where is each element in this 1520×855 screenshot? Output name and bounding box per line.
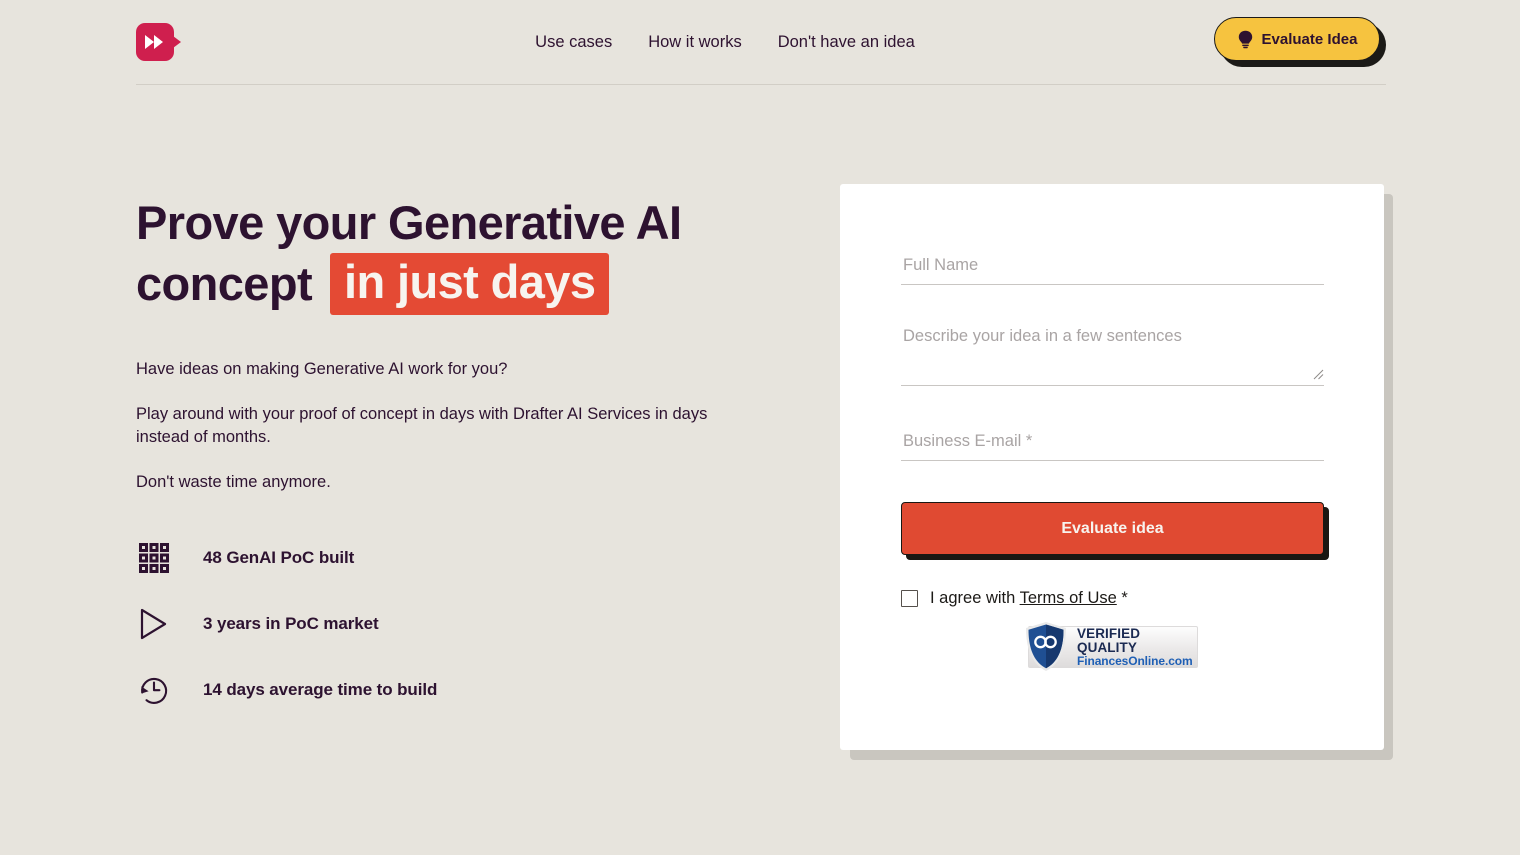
terms-checkbox[interactable] <box>901 590 918 607</box>
headline-plain-text: concept <box>136 256 313 310</box>
play-triangle-icon <box>136 606 172 642</box>
stat-item: 14 days average time to build <box>136 657 796 723</box>
submit-button-wrap: Evaluate idea <box>901 502 1329 560</box>
idea-field <box>901 326 1325 391</box>
terms-prefix: I agree with <box>930 589 1020 607</box>
hero-stats-list: 48 GenAI PoC built 3 years in PoC market <box>136 525 796 723</box>
terms-of-use-link[interactable]: Terms of Use <box>1020 589 1117 607</box>
stat-label: 48 GenAI PoC built <box>203 548 355 568</box>
terms-agreement-label: I agree with Terms of Use * <box>930 589 1128 608</box>
verified-shield-icon <box>1026 622 1066 671</box>
headline-line-2: concept in just days <box>136 252 796 316</box>
badge-text: VERIFIED QUALITY FinancesOnline.com <box>1077 625 1197 668</box>
full-name-field <box>901 256 1325 285</box>
hero-paragraph-2: Play around with your proof of concept i… <box>136 405 708 446</box>
full-name-input[interactable] <box>901 256 1324 285</box>
stat-label: 3 years in PoC market <box>203 614 379 634</box>
verified-quality-badge[interactable]: VERIFIED QUALITY FinancesOnline.com <box>1026 622 1198 671</box>
drafter-ai-logo[interactable] <box>136 19 196 65</box>
evaluate-idea-submit-button[interactable]: Evaluate idea <box>901 502 1324 555</box>
landing-page: Use cases How it works Don't have an ide… <box>0 0 1520 855</box>
badge-line-2: FinancesOnline.com <box>1077 653 1193 668</box>
terms-agreement-row: I agree with Terms of Use * <box>901 589 1325 608</box>
terms-suffix: * <box>1116 589 1128 607</box>
evaluate-idea-form: Evaluate idea I agree with Terms of Use … <box>901 256 1329 608</box>
hero-paragraphs: Have ideas on making Generative AI work … <box>136 358 796 493</box>
evaluate-idea-button-label: Evaluate Idea <box>1261 30 1358 48</box>
fast-forward-icon <box>145 35 163 49</box>
nav-how-it-works[interactable]: How it works <box>648 33 742 52</box>
header-evaluate-idea-wrap: Evaluate Idea <box>1213 17 1386 67</box>
hero-paragraph-3: Don't waste time anymore. <box>136 472 331 491</box>
nav-dont-have-an-idea[interactable]: Don't have an idea <box>778 33 915 52</box>
idea-textarea[interactable] <box>901 326 1324 386</box>
hero-paragraph-1: Have ideas on making Generative AI work … <box>136 360 508 379</box>
stat-item: 48 GenAI PoC built <box>136 525 796 591</box>
stat-label: 14 days average time to build <box>203 680 438 700</box>
main-nav: Use cases How it works Don't have an ide… <box>535 33 915 52</box>
stat-item: 3 years in PoC market <box>136 591 796 657</box>
lightbulb-icon <box>1238 30 1252 48</box>
site-header: Use cases How it works Don't have an ide… <box>136 0 1386 85</box>
headline-line-1: Prove your Generative AI <box>136 196 682 249</box>
nav-use-cases[interactable]: Use cases <box>535 33 612 52</box>
clock-history-icon <box>136 672 172 708</box>
headline-highlight: in just days <box>330 252 610 316</box>
business-email-input[interactable] <box>901 432 1324 461</box>
evaluate-idea-button[interactable]: Evaluate Idea <box>1213 17 1380 61</box>
hero-left-column: Prove your Generative AI concept in just… <box>136 196 796 723</box>
logo-square <box>136 23 174 61</box>
badge-line-1: VERIFIED QUALITY <box>1077 625 1141 655</box>
grid-icon <box>136 540 172 576</box>
page-title: Prove your Generative AI concept in just… <box>136 196 796 316</box>
business-email-field <box>901 432 1325 461</box>
